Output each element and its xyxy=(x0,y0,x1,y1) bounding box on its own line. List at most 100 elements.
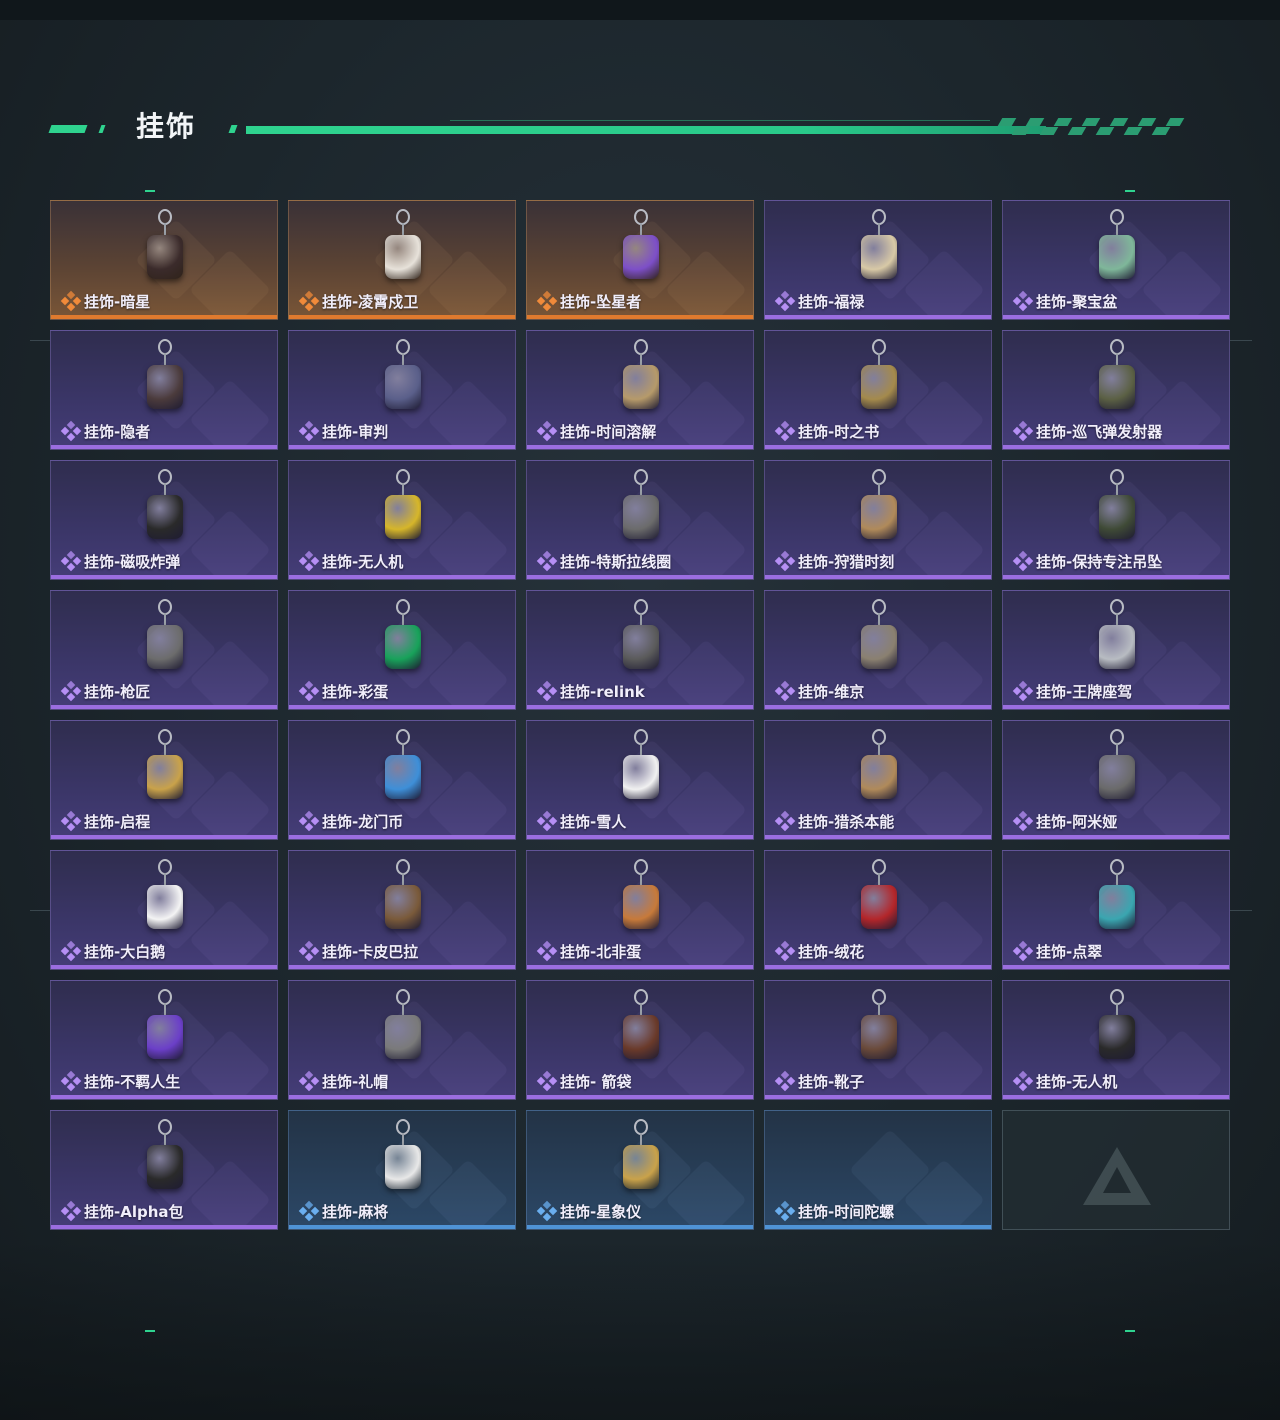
charm-body xyxy=(861,365,897,409)
charm-card[interactable]: 挂饰-绒花 xyxy=(764,850,992,970)
charm-card[interactable]: 挂饰-狩猎时刻 xyxy=(764,460,992,580)
rarity-gem-icon xyxy=(536,290,558,312)
charm-body xyxy=(1099,625,1135,669)
charm-body xyxy=(1099,495,1135,539)
rarity-bar xyxy=(527,575,753,579)
charm-card[interactable]: 挂饰-雪人 xyxy=(526,720,754,840)
charm-name: 挂饰-凌霄戍卫 xyxy=(322,293,419,311)
charm-card[interactable]: 挂饰-relink xyxy=(526,590,754,710)
flower-charm xyxy=(839,857,919,941)
charm-body xyxy=(1099,365,1135,409)
corner-mark xyxy=(1125,190,1135,192)
charm-body xyxy=(147,885,183,929)
charm-card[interactable]: 挂饰-王牌座驾 xyxy=(1002,590,1230,710)
charm-card[interactable]: 挂饰-阿米娅 xyxy=(1002,720,1230,840)
charm-body xyxy=(623,235,659,279)
charm-name: 挂饰-狩猎时刻 xyxy=(798,553,895,571)
charm-name: 挂饰-猎杀本能 xyxy=(798,813,895,831)
charm-card[interactable]: 挂饰-龙门币 xyxy=(288,720,516,840)
charm-card[interactable]: 挂饰-巡飞弹发射器 xyxy=(1002,330,1230,450)
rarity-bar xyxy=(765,575,991,579)
astrolabe-charm xyxy=(601,1117,681,1201)
charm-card[interactable]: 挂饰-聚宝盆 xyxy=(1002,200,1230,320)
rarity-bar xyxy=(765,835,991,839)
mahjong-tile-charm xyxy=(363,1117,443,1201)
header-thin-line xyxy=(450,120,990,121)
charm-name: 挂饰-彩蛋 xyxy=(322,683,389,701)
charm-body xyxy=(861,755,897,799)
charm-card[interactable]: 挂饰-保持专注吊坠 xyxy=(1002,460,1230,580)
charm-name: 挂饰-福禄 xyxy=(798,293,865,311)
rarity-bar xyxy=(765,445,991,449)
rarity-gem-icon xyxy=(60,680,82,702)
charm-card[interactable]: 挂饰-审判 xyxy=(288,330,516,450)
rarity-bar xyxy=(1003,1095,1229,1099)
charm-card[interactable]: 挂饰-礼帽 xyxy=(288,980,516,1100)
rarity-gem-icon xyxy=(60,810,82,832)
rarity-gem-icon xyxy=(774,1070,796,1092)
charm-body xyxy=(1099,755,1135,799)
charm-card[interactable]: 挂饰-彩蛋 xyxy=(288,590,516,710)
charm-chain xyxy=(1116,483,1118,495)
background-shade xyxy=(0,1240,1280,1420)
charm-card[interactable]: 挂饰-靴子 xyxy=(764,980,992,1100)
charm-name: 挂饰-卡皮巴拉 xyxy=(322,943,419,961)
charm-chain xyxy=(640,353,642,365)
charm-chain xyxy=(640,1003,642,1015)
charm-card[interactable]: 挂饰-大白鹅 xyxy=(50,850,278,970)
rarity-gem-icon xyxy=(1012,550,1034,572)
charm-card[interactable]: 挂饰-时间陀螺 xyxy=(764,1110,992,1230)
charm-name: 挂饰-礼帽 xyxy=(322,1073,389,1091)
charm-card[interactable]: 挂饰-福禄 xyxy=(764,200,992,320)
charm-card[interactable]: 挂饰-隐者 xyxy=(50,330,278,450)
charm-card[interactable]: 挂饰-特斯拉线圈 xyxy=(526,460,754,580)
charm-name: 挂饰-巡飞弹发射器 xyxy=(1036,423,1163,441)
charm-card[interactable]: 挂饰- 箭袋 xyxy=(526,980,754,1100)
charm-body xyxy=(385,755,421,799)
charm-card[interactable]: 挂饰-坠星者 xyxy=(526,200,754,320)
charm-card[interactable]: 挂饰-北非蛋 xyxy=(526,850,754,970)
charm-card[interactable]: 挂饰-不羁人生 xyxy=(50,980,278,1100)
charm-card[interactable]: 挂饰-无人机 xyxy=(1002,980,1230,1100)
charm-body xyxy=(861,885,897,929)
charm-body xyxy=(623,625,659,669)
rarity-bar xyxy=(1003,445,1229,449)
charm-card[interactable]: 挂饰-维京 xyxy=(764,590,992,710)
drone-charm xyxy=(363,467,443,551)
rarity-gem-icon xyxy=(60,290,82,312)
bomb-charm xyxy=(125,467,205,551)
charm-card[interactable]: 挂饰-猎杀本能 xyxy=(764,720,992,840)
charm-card[interactable]: 挂饰-暗星 xyxy=(50,200,278,320)
charm-name: 挂饰-聚宝盆 xyxy=(1036,293,1118,311)
charm-card[interactable]: 挂饰-麻将 xyxy=(288,1110,516,1230)
rarity-bar xyxy=(289,965,515,969)
charm-card[interactable]: 挂饰-磁吸炸弹 xyxy=(50,460,278,580)
charm-card[interactable]: 挂饰-Alpha包 xyxy=(50,1110,278,1230)
rarity-gem-icon xyxy=(774,550,796,572)
rarity-gem-icon xyxy=(774,810,796,832)
rarity-bar xyxy=(527,315,753,319)
wheel-drone-charm xyxy=(1077,987,1157,1071)
rarity-gem-icon xyxy=(774,1200,796,1222)
rarity-bar xyxy=(527,965,753,969)
charm-card[interactable]: 挂饰-点翠 xyxy=(1002,850,1230,970)
rarity-gem-icon xyxy=(774,680,796,702)
charm-card[interactable]: 挂饰-枪匠 xyxy=(50,590,278,710)
rarity-gem-icon xyxy=(60,420,82,442)
rarity-bar xyxy=(51,1095,277,1099)
charm-body xyxy=(147,365,183,409)
charm-card[interactable]: 挂饰-时之书 xyxy=(764,330,992,450)
charm-card[interactable]: 挂饰-卡皮巴拉 xyxy=(288,850,516,970)
rarity-bar xyxy=(527,445,753,449)
charm-card[interactable]: 挂饰-无人机 xyxy=(288,460,516,580)
rarity-gem-icon xyxy=(60,550,82,572)
charm-name: 挂饰-隐者 xyxy=(84,423,151,441)
charm-card[interactable]: 挂饰-时间溶解 xyxy=(526,330,754,450)
charm-body xyxy=(1099,235,1135,279)
charm-card[interactable]: 挂饰-凌霄戍卫 xyxy=(288,200,516,320)
header-accent-bar xyxy=(228,125,238,133)
charm-card[interactable]: 挂饰-启程 xyxy=(50,720,278,840)
charm-card[interactable]: 挂饰-星象仪 xyxy=(526,1110,754,1230)
charm-chain xyxy=(878,613,880,625)
charm-chain xyxy=(164,223,166,235)
